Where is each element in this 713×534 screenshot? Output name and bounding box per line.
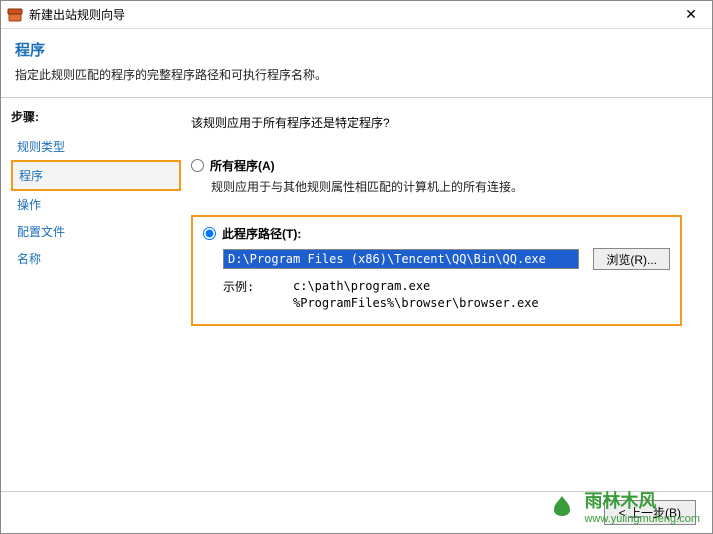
example-paths: c:\path\program.exe %ProgramFiles%\brows… xyxy=(293,278,539,312)
wizard-window: 新建出站规则向导 ✕ 程序 指定此规则匹配的程序的完整程序路径和可执行程序名称。… xyxy=(0,0,713,534)
wizard-body: 步骤: 规则类型 程序 操作 配置文件 名称 该规则应用于所有程序还是特定程序?… xyxy=(1,98,712,497)
watermark-url: www.yulingmufeng.com xyxy=(584,513,700,525)
content-panel: 该规则应用于所有程序还是特定程序? 所有程序(A) 规则应用于与其他规则属性相匹… xyxy=(181,98,712,497)
page-title: 程序 xyxy=(15,39,698,60)
steps-label: 步骤: xyxy=(11,108,181,125)
step-action[interactable]: 操作 xyxy=(11,191,181,218)
sidebar: 步骤: 规则类型 程序 操作 配置文件 名称 xyxy=(1,98,181,497)
watermark-text: 雨林木风 xyxy=(584,487,700,513)
option-all-programs[interactable]: 所有程序(A) xyxy=(191,157,682,174)
titlebar: 新建出站规则向导 ✕ xyxy=(1,1,712,29)
path-input-row: 浏览(R)... xyxy=(223,248,670,270)
radio-all-label: 所有程序(A) xyxy=(210,157,275,174)
program-path-section: 此程序路径(T): 浏览(R)... 示例: c:\path\program.e… xyxy=(191,215,682,326)
watermark: 雨林木风 www.yulingmufeng.com xyxy=(548,487,700,525)
step-profile[interactable]: 配置文件 xyxy=(11,218,181,245)
radio-program-path[interactable] xyxy=(203,227,216,240)
watermark-text-block: 雨林木风 www.yulingmufeng.com xyxy=(584,487,700,525)
option-program-path[interactable]: 此程序路径(T): xyxy=(203,225,670,242)
wizard-header: 程序 指定此规则匹配的程序的完整程序路径和可执行程序名称。 xyxy=(1,29,712,98)
radio-all-programs[interactable] xyxy=(191,159,204,172)
example-path-1: c:\path\program.exe xyxy=(293,278,539,295)
program-path-input[interactable] xyxy=(223,249,579,269)
question-text: 该规则应用于所有程序还是特定程序? xyxy=(191,114,682,131)
page-description: 指定此规则匹配的程序的完整程序路径和可执行程序名称。 xyxy=(15,66,698,83)
step-rule-type[interactable]: 规则类型 xyxy=(11,133,181,160)
step-program[interactable]: 程序 xyxy=(11,160,181,191)
window-title: 新建出站规则向导 xyxy=(29,6,676,23)
app-icon xyxy=(7,7,23,23)
example-label: 示例: xyxy=(223,278,293,312)
close-button[interactable]: ✕ xyxy=(676,5,706,25)
wizard-footer: < 上一步(B) 雨林木风 www.yulingmufeng.com xyxy=(1,491,712,533)
radio-path-label: 此程序路径(T): xyxy=(222,225,301,242)
radio-all-desc: 规则应用于与其他规则属性相匹配的计算机上的所有连接。 xyxy=(211,178,682,195)
step-name[interactable]: 名称 xyxy=(11,245,181,272)
example-row: 示例: c:\path\program.exe %ProgramFiles%\b… xyxy=(223,278,670,312)
leaf-icon xyxy=(548,492,576,520)
browse-button[interactable]: 浏览(R)... xyxy=(593,248,670,270)
example-path-2: %ProgramFiles%\browser\browser.exe xyxy=(293,295,539,312)
